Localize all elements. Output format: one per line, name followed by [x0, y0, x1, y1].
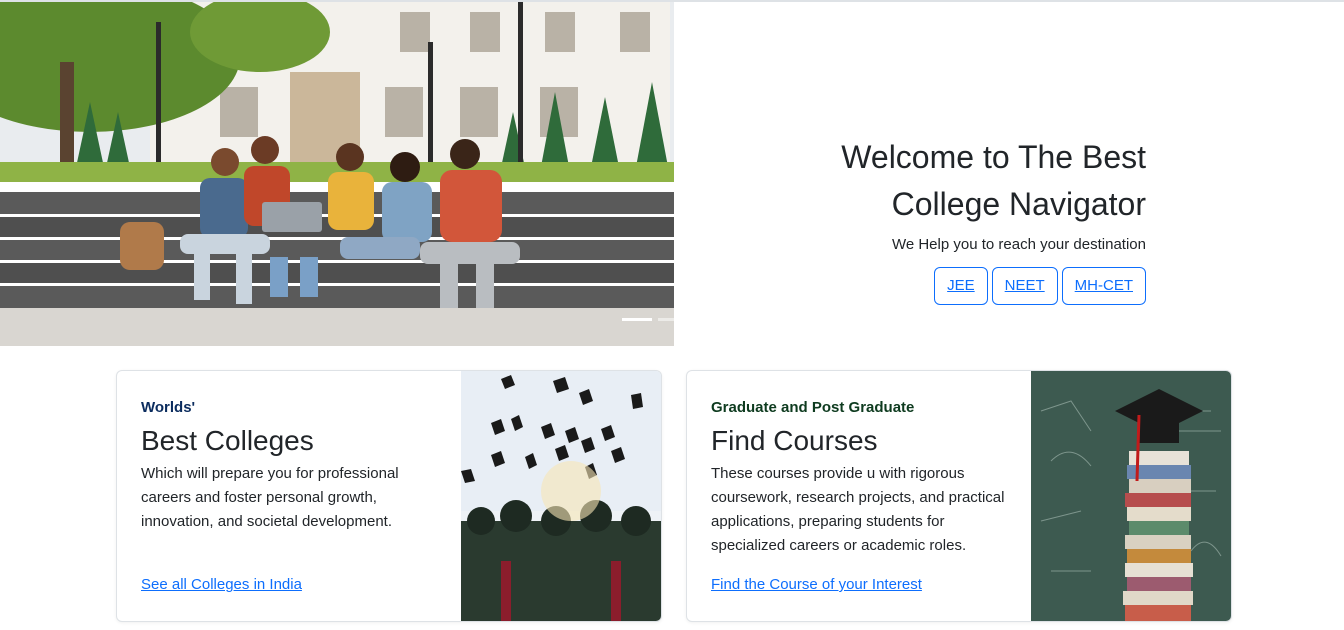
best-colleges-card: Worlds' Best Colleges Which will prepare…	[116, 370, 662, 622]
hero-title: Welcome to The Best College Navigator	[726, 134, 1146, 228]
card-kicker: Worlds'	[141, 399, 196, 416]
card-text: These courses provide u with rigorous co…	[711, 465, 1005, 554]
find-course-link[interactable]: Find the Course of your Interest	[711, 576, 922, 593]
hero-title-line1: Welcome to The Best	[841, 139, 1146, 175]
card-text: Which will prepare you for professional …	[141, 465, 399, 530]
see-all-colleges-link[interactable]: See all Colleges in India	[141, 576, 302, 593]
hero-text: Welcome to The Best College Navigator We…	[726, 134, 1146, 305]
exam-buttons: JEE NEET MH-CET	[726, 267, 1146, 305]
hero-subtitle: We Help you to reach your destination	[891, 236, 1146, 253]
hero-carousel-image	[0, 2, 674, 346]
carousel-indicator-1[interactable]	[622, 318, 652, 321]
books-graduation-cap-image	[1031, 371, 1231, 621]
card-title: Find Courses	[711, 425, 878, 456]
card-kicker: Graduate and Post Graduate	[711, 399, 915, 416]
mh-cet-button[interactable]: MH-CET	[1061, 267, 1146, 305]
neet-button[interactable]: NEET	[991, 267, 1058, 305]
carousel-indicator-2[interactable]	[658, 318, 674, 321]
graduation-caps-image	[461, 371, 661, 621]
carousel-indicators	[622, 318, 674, 321]
hero-title-line2: College Navigator	[891, 186, 1146, 222]
jee-button[interactable]: JEE	[934, 267, 988, 305]
card-title: Best Colleges	[141, 425, 314, 456]
find-courses-card: Graduate and Post Graduate Find Courses …	[686, 370, 1232, 622]
